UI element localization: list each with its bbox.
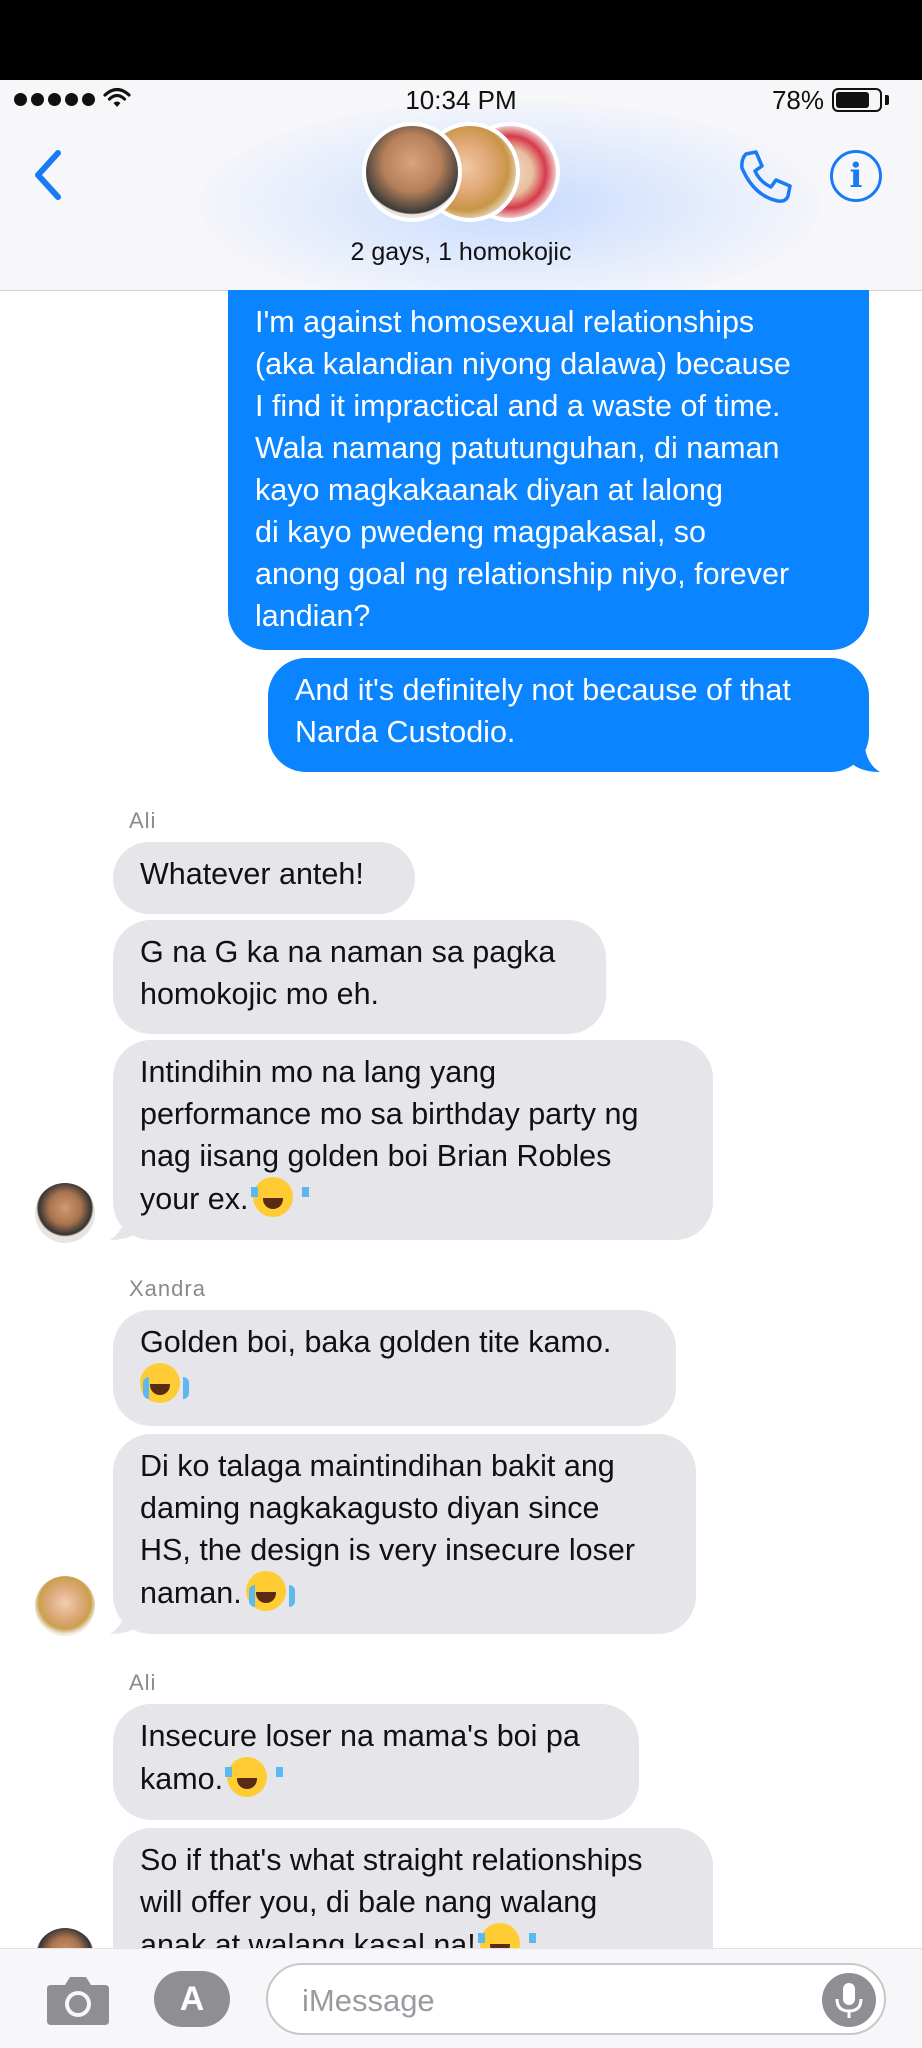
message-line: Whatever anteh! xyxy=(140,857,364,891)
message-line: daming nagkakagusto diyan since xyxy=(140,1491,600,1525)
message-line: will offer you, di bale nang walang xyxy=(140,1885,598,1919)
message-text: your ex. xyxy=(140,1182,249,1216)
message-line: Insecure loser na mama's boi pa xyxy=(140,1719,580,1753)
tears-of-joy-emoji-icon xyxy=(250,1177,309,1217)
message-line: nag iisang golden boi Brian Robles xyxy=(140,1139,612,1173)
incoming-message[interactable]: Whatever anteh! xyxy=(113,842,415,914)
avatar xyxy=(362,122,462,222)
message-composer: A iMessage xyxy=(0,1948,922,2048)
status-bar: 10:34 PM 78% xyxy=(0,80,922,120)
input-placeholder: iMessage xyxy=(302,1983,435,2018)
incoming-message[interactable]: G na G ka na naman sa pagka homokojic mo… xyxy=(113,920,606,1034)
outgoing-message[interactable]: And it's definitely not because of that … xyxy=(268,658,869,772)
message-line: Intindihin mo na lang yang xyxy=(140,1055,497,1089)
message-line: So if that's what straight relationships xyxy=(140,1843,643,1877)
info-icon[interactable]: i xyxy=(830,150,882,202)
incoming-message[interactable]: Golden boi, baka golden tite kamo. xyxy=(113,1310,676,1426)
sender-name: Xandra xyxy=(129,1276,206,1301)
message-text: naman. xyxy=(140,1576,242,1610)
avatar[interactable] xyxy=(35,1576,95,1636)
message-line: homokojic mo eh. xyxy=(140,977,380,1011)
message-line: (aka kalandian niyong dalawa) because xyxy=(255,347,791,381)
message-line: Di ko talaga maintindihan bakit ang xyxy=(140,1449,615,1483)
avatar[interactable] xyxy=(35,1183,95,1243)
loudly-crying-emoji-icon xyxy=(140,1363,189,1403)
message-line: G na G ka na naman sa pagka xyxy=(140,935,556,969)
message-line: I'm against homosexual relationships xyxy=(255,305,755,339)
message-line: landian? xyxy=(255,599,371,633)
message-line: Narda Custodio. xyxy=(295,715,516,749)
message-line: naman. xyxy=(140,1571,669,1614)
incoming-message[interactable]: Intindihin mo na lang yang performance m… xyxy=(113,1040,713,1240)
message-line: Wala namang patutunguhan, di naman xyxy=(255,431,780,465)
message-text: kamo. xyxy=(140,1762,224,1796)
message-line: kamo. xyxy=(140,1757,612,1800)
sender-name: Ali xyxy=(129,1670,157,1695)
message-line: And it's definitely not because of that xyxy=(295,673,791,707)
loudly-crying-emoji-icon xyxy=(245,1571,295,1611)
incoming-message[interactable]: Di ko talaga maintindihan bakit ang dami… xyxy=(113,1434,696,1634)
app-store-icon[interactable]: A xyxy=(154,1971,230,2027)
microphone-icon[interactable] xyxy=(822,1973,876,2027)
message-line: your ex. xyxy=(140,1177,686,1220)
message-line: I find it impractical and a waste of tim… xyxy=(255,389,781,423)
message-line: performance mo sa birthday party ng xyxy=(140,1097,639,1131)
battery-nub xyxy=(885,95,889,105)
phone-icon[interactable] xyxy=(736,148,794,206)
chevron-left-icon[interactable] xyxy=(30,145,70,205)
imessage-input[interactable]: iMessage xyxy=(266,1963,886,2035)
message-line: Golden boi, baka golden tite kamo. xyxy=(140,1325,612,1359)
battery-percent: 78% xyxy=(771,85,824,115)
message-line: anong goal ng relationship niyo, forever xyxy=(255,557,790,591)
bubble-tail xyxy=(110,1604,140,1634)
bubble-tail xyxy=(850,742,880,772)
battery-icon xyxy=(832,88,882,112)
sender-name: Ali xyxy=(129,808,157,833)
incoming-message[interactable]: Insecure loser na mama's boi pa kamo. xyxy=(113,1704,639,1820)
conversation-title[interactable]: 2 gays, 1 homokojic xyxy=(0,238,922,267)
top-bezel xyxy=(0,0,922,80)
conversation-header: 10:34 PM 78% 2 gays, 1 homokojic i xyxy=(0,80,922,291)
message-line: di kayo pwedeng magpakasal, so xyxy=(255,515,707,549)
message-line: kayo magkakaanak diyan at lalong xyxy=(255,473,723,507)
message-line: HS, the design is very insecure loser xyxy=(140,1533,635,1567)
tears-of-joy-emoji-icon xyxy=(225,1757,284,1797)
outgoing-message[interactable]: I'm against homosexual relationships (ak… xyxy=(228,290,869,650)
camera-icon[interactable] xyxy=(45,1973,111,2027)
group-avatars[interactable] xyxy=(362,122,562,227)
message-line xyxy=(140,1363,649,1406)
bubble-tail xyxy=(110,1210,140,1240)
